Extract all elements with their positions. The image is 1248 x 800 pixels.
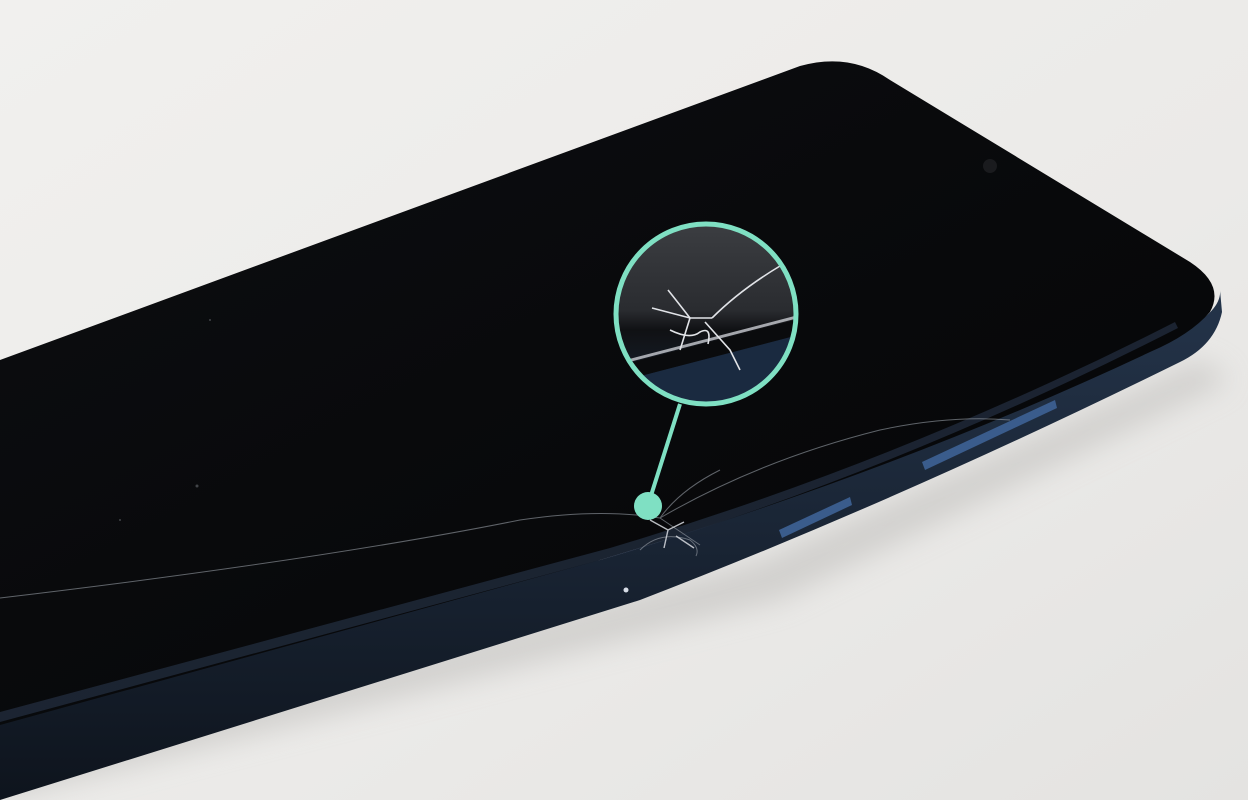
scene-canvas [0, 0, 1248, 800]
front-camera [983, 159, 997, 173]
photo-scene [0, 0, 1248, 800]
frame-port-dot [623, 587, 629, 593]
pointer-dot-icon [634, 492, 662, 520]
